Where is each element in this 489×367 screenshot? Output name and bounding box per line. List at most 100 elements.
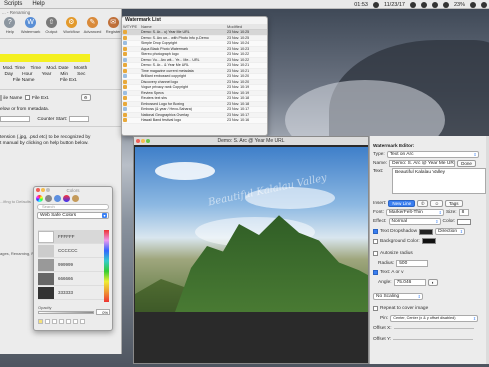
color-well[interactable]	[73, 319, 78, 324]
color-well[interactable]	[38, 319, 43, 324]
menu-list-icon[interactable]	[481, 1, 487, 8]
type-row: Type: Text on Arc	[373, 151, 479, 158]
table-row[interactable]: Hawaii Band festival logo 23 Nov. 10:16	[122, 118, 267, 124]
swatch-row[interactable]: 999999	[38, 258, 105, 272]
minimize-icon[interactable]	[141, 139, 145, 143]
clock-text[interactable]: 01:53	[354, 2, 368, 8]
volume-icon[interactable]	[442, 1, 449, 8]
token-hour[interactable]: Hour	[22, 72, 32, 77]
opacity-field[interactable]: 0%	[96, 309, 110, 315]
color-well[interactable]	[80, 319, 85, 324]
radius-field[interactable]: 500	[396, 260, 429, 267]
preview-photo[interactable]: Beautiful Kalalau Valley	[135, 147, 368, 312]
token-year[interactable]: Year	[42, 72, 52, 77]
arc-direction-checkbox[interactable]	[373, 270, 378, 275]
token-day[interactable]: Day	[5, 72, 14, 77]
offset-y-slider[interactable]	[393, 339, 474, 340]
dropshadow-row: Text Dropshadow Direction	[373, 228, 466, 235]
color-wheel-icon[interactable]	[36, 195, 43, 202]
copyright-button[interactable]: ©	[417, 200, 429, 207]
display-icon[interactable]	[372, 1, 379, 8]
counter-prefix-field[interactable]	[0, 116, 30, 122]
token-file-name[interactable]: File Name	[13, 78, 35, 83]
color-well[interactable]	[45, 319, 50, 324]
tags-button[interactable]: Tags	[445, 200, 463, 207]
swatch-row[interactable]: FFFFFF	[38, 230, 105, 244]
close-icon[interactable]	[136, 139, 140, 143]
toolbar-help-button[interactable]: ? Help	[2, 17, 18, 38]
name-field[interactable]: Demo: S. Arc @ Year Me URL	[389, 160, 456, 167]
type-select[interactable]: Text on Arc	[386, 151, 479, 158]
menu-scripts[interactable]: Scripts	[4, 1, 22, 7]
angle-field[interactable]: 75.046	[393, 279, 426, 286]
offset-x-slider[interactable]	[393, 328, 474, 329]
colors-title: Colors	[34, 187, 112, 194]
date-text[interactable]: 11/23/17	[384, 2, 405, 8]
swatch-row[interactable]: 666666	[38, 272, 105, 286]
autosize-checkbox[interactable]	[373, 251, 378, 256]
menu-help[interactable]: Help	[32, 1, 44, 7]
background-color-well[interactable]	[421, 238, 436, 244]
search-icon[interactable]	[470, 1, 476, 8]
toolbar-watermark-button[interactable]: W Watermark	[21, 17, 40, 38]
wifi-icon[interactable]	[431, 1, 438, 8]
zoom-icon[interactable]	[46, 188, 50, 192]
palettes-icon[interactable]	[54, 195, 61, 202]
size-field[interactable]: 8	[458, 209, 469, 216]
angle-knob-icon[interactable]: ◐	[427, 279, 439, 286]
token-sec[interactable]: Sec	[77, 72, 85, 77]
cloud-icon[interactable]	[409, 1, 416, 8]
token-mod-date[interactable]: Mod. Date	[46, 66, 68, 71]
toolbar-workflow-button[interactable]: ⚙ Workflow	[63, 17, 80, 38]
pencils-icon[interactable]	[72, 195, 79, 202]
spectrum-icon[interactable]	[63, 195, 70, 202]
column-modified[interactable]: Modified	[227, 24, 267, 29]
color-well[interactable]	[59, 319, 64, 324]
sliders-icon[interactable]	[45, 195, 52, 202]
new-line-button[interactable]: New Line	[388, 200, 416, 207]
minimize-icon[interactable]	[41, 188, 45, 192]
text-color-well[interactable]	[457, 218, 472, 225]
file-ext-checkbox[interactable]	[24, 95, 30, 100]
swatch-chip	[38, 258, 54, 271]
watermark-text-area[interactable]: Beautiful Kalalau Valley	[392, 168, 486, 194]
color-well[interactable]	[52, 319, 57, 324]
font-select[interactable]: MarkerFelt-Thin	[385, 209, 444, 216]
token-month[interactable]: Month	[74, 66, 87, 71]
column-name[interactable]: Name	[141, 24, 227, 29]
swatch-row[interactable]: CCCCCC	[38, 244, 105, 258]
color-spectrum-strip[interactable]	[104, 230, 109, 302]
watermark-type-icon	[122, 107, 134, 112]
toolbar-output-button[interactable]: ⇧ Output	[44, 17, 60, 38]
token-min[interactable]: Min	[60, 72, 68, 77]
scaling-select[interactable]: No Scaling	[373, 293, 423, 300]
toolbar-register-button[interactable]: ✉ Register	[105, 17, 121, 38]
bluetooth-icon[interactable]	[420, 1, 427, 8]
gear-icon[interactable]: ⚙	[80, 94, 91, 101]
token-mod-time[interactable]: Mod. Time	[3, 66, 25, 71]
emoji-button[interactable]: ☺	[430, 200, 444, 207]
workflow-icon: ⚙	[65, 17, 77, 28]
color-well[interactable]	[66, 319, 71, 324]
token-time[interactable]: Time	[31, 66, 41, 71]
counter-start-field[interactable]	[68, 116, 89, 122]
token-file-ext[interactable]: File Ext.	[60, 78, 77, 83]
opacity-slider[interactable]	[38, 311, 94, 314]
color-search-input[interactable]: Search	[37, 204, 109, 210]
effect-select[interactable]: Normal	[388, 218, 441, 225]
done-button[interactable]: Done	[457, 160, 476, 167]
swatch-chip	[38, 272, 54, 285]
close-icon[interactable]	[36, 188, 40, 192]
output-icon: ⇧	[45, 17, 57, 28]
toolbar-advanced-button[interactable]: ✎ Advanced	[84, 17, 101, 38]
column-type[interactable]: WTYPE	[122, 24, 137, 29]
swatch-row[interactable]: 333333	[38, 286, 105, 300]
direction-select[interactable]: Direction	[435, 228, 466, 235]
zoom-icon[interactable]	[146, 139, 150, 143]
pin-select[interactable]: Center, Center (x & y offset disabled)	[390, 315, 479, 322]
background-checkbox[interactable]	[373, 238, 378, 244]
palette-select[interactable]: Web Safe Colors ▾	[37, 212, 109, 219]
dropshadow-checkbox[interactable]	[373, 229, 378, 234]
repeat-checkbox[interactable]	[373, 306, 378, 311]
shadow-color-well[interactable]	[419, 228, 434, 235]
